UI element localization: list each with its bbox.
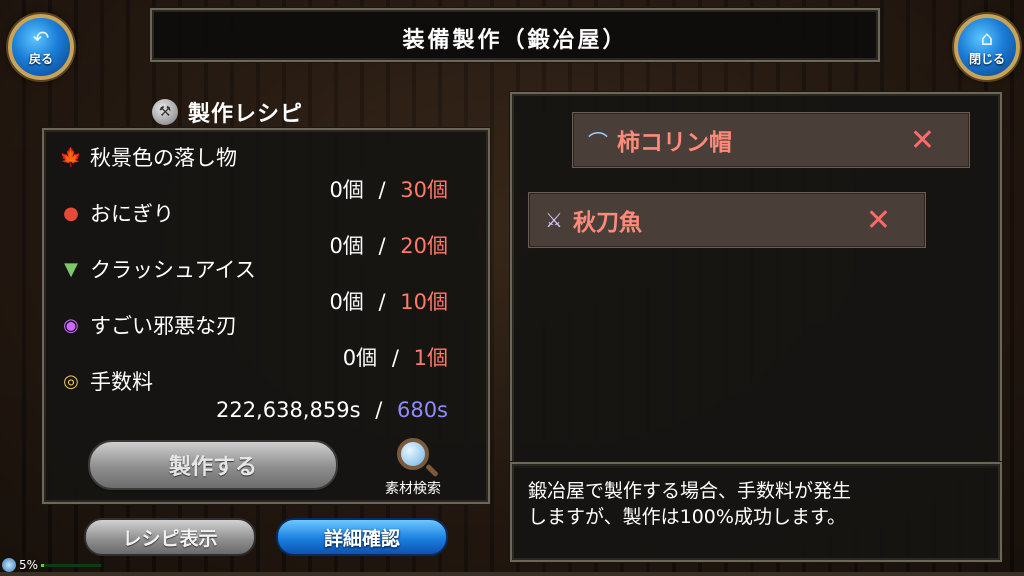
title-bar: 装備製作（鍛冶屋） — [150, 8, 880, 62]
material-row: ▼ クラッシュアイス 0個 / 10個 — [58, 254, 458, 316]
recipe-display-button[interactable]: レシピ表示 — [84, 518, 256, 556]
home-icon: ⌂ — [980, 25, 994, 50]
coin-icon: ◎ — [63, 370, 79, 392]
craft-slot-name: 柿コリン帽 — [617, 130, 732, 156]
status-indicator: 5% — [2, 558, 102, 572]
fee-label: 手数料 — [90, 370, 153, 394]
recipe-heading: 製作レシピ — [188, 102, 304, 127]
fee-have: 222,638,859s — [215, 398, 361, 422]
message-text: 鍛冶屋で製作する場合、手数料が発生 しますが、製作は100%成功します。 — [528, 478, 988, 530]
fee-need: 680s — [396, 398, 448, 422]
fee-row: ◎ 手数料 222,638,859s / 680s — [58, 366, 458, 422]
craft-slot[interactable]: ⚔ 秋刀魚 ✕ — [528, 192, 926, 248]
material-search-button[interactable]: 素材検索 — [376, 438, 450, 497]
material-name: おにぎり — [90, 202, 174, 226]
back-button-label: 戻る — [28, 51, 53, 66]
status-bar — [41, 563, 102, 567]
material-row: 🍁 秋景色の落し物 0個 / 30個 — [58, 142, 458, 204]
detail-confirm-button[interactable]: 詳細確認 — [276, 518, 448, 556]
status-percent: 5% — [19, 558, 39, 572]
status-orb-icon — [2, 558, 16, 572]
shaved-ice-icon: ▼ — [64, 258, 78, 280]
magnifier-icon — [397, 438, 429, 470]
fee-separator: / — [375, 398, 383, 422]
close-button[interactable]: ⌂ 閉じる — [954, 14, 1020, 80]
page-title: 装備製作（鍛冶屋） — [402, 28, 628, 53]
material-name: 秋景色の落し物 — [90, 146, 237, 170]
material-row: ● おにぎり 0個 / 20個 — [58, 198, 458, 260]
craft-slot[interactable]: ⌒ 柿コリン帽 ✕ — [572, 112, 970, 168]
maple-leaf-icon: 🍁 — [59, 146, 83, 168]
return-arrow-icon: ↶ — [32, 25, 50, 50]
craft-button[interactable]: 製作する — [88, 440, 338, 490]
remove-icon[interactable]: ✕ — [866, 203, 891, 238]
hat-icon: ⌒ — [588, 129, 608, 154]
message-line: しますが、製作は100%成功します。 — [528, 506, 847, 528]
recipe-icon: ⚒ — [152, 99, 178, 125]
remove-icon[interactable]: ✕ — [910, 123, 935, 158]
material-name: すごい邪悪な刃 — [90, 314, 237, 338]
dark-orb-icon: ◉ — [63, 314, 79, 336]
recipe-header: ⚒ 製作レシピ — [152, 96, 303, 128]
bottom-border — [0, 572, 1024, 576]
craft-slot-name: 秋刀魚 — [573, 210, 642, 236]
material-search-label: 素材検索 — [385, 481, 441, 497]
message-line: 鍛冶屋で製作する場合、手数料が発生 — [528, 480, 852, 502]
rice-ball-icon: ● — [63, 202, 79, 224]
sword-icon: ⚔ — [545, 208, 563, 232]
close-button-label: 閉じる — [968, 51, 1005, 66]
status-bar-fill — [41, 563, 45, 567]
material-name: クラッシュアイス — [90, 258, 256, 282]
material-row: ◉ すごい邪悪な刃 0個 / 1個 — [58, 310, 458, 372]
back-button[interactable]: ↶ 戻る — [8, 14, 74, 80]
